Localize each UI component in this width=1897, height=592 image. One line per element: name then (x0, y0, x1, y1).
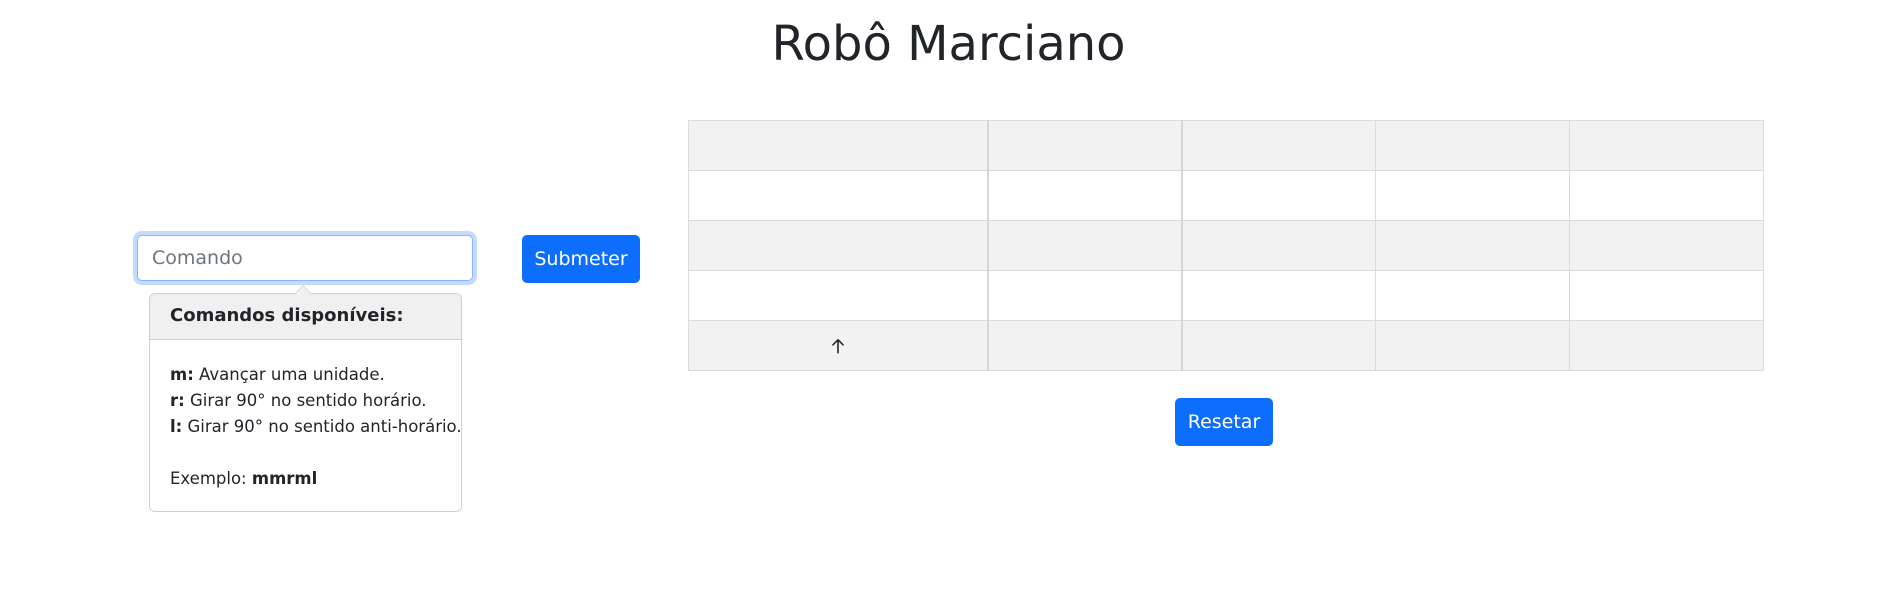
page: Robô Marciano Submeter Comandos disponív… (0, 0, 1897, 592)
grid-cell (688, 220, 989, 271)
grid-cell (1181, 170, 1376, 221)
grid-cell (987, 270, 1183, 321)
grid-row (688, 270, 1764, 321)
grid-cell (1375, 320, 1570, 371)
command-description: Girar 90° no sentido horário. (190, 391, 427, 410)
grid-cell (688, 120, 989, 171)
reset-button[interactable]: Resetar (1175, 398, 1273, 446)
command-example: Exemplo: mmrml (170, 466, 441, 492)
popover-arrow (294, 285, 312, 294)
command-key: l: (170, 417, 183, 436)
grid-cell (1181, 220, 1376, 271)
grid-cell (688, 320, 989, 371)
grid-cell (1569, 220, 1764, 271)
grid-row (688, 320, 1764, 371)
grid-cell (1375, 270, 1570, 321)
popover-body: m: Avançar uma unidade. r: Girar 90° no … (150, 340, 462, 492)
command-key: r: (170, 391, 185, 410)
command-help-l: l: Girar 90° no sentido anti-horário. (170, 414, 462, 440)
grid-cell (1569, 320, 1764, 371)
example-label: Exemplo: (170, 469, 247, 488)
grid-cell (1569, 170, 1764, 221)
mars-grid (688, 120, 1764, 371)
grid-row (688, 220, 1764, 271)
grid-cell (1375, 120, 1570, 171)
arrow-up-icon (831, 339, 844, 354)
grid-cell (1569, 270, 1764, 321)
submit-button[interactable]: Submeter (522, 235, 640, 283)
grid-cell (1181, 320, 1376, 371)
grid-cell (987, 120, 1183, 171)
grid-cell (1181, 120, 1376, 171)
page-title: Robô Marciano (771, 16, 1126, 72)
grid-row (688, 120, 1764, 171)
command-help-r: r: Girar 90° no sentido horário. (170, 388, 441, 414)
grid-row (688, 170, 1764, 221)
command-help-m: m: Avançar uma unidade. (170, 362, 441, 388)
grid-cell (1569, 120, 1764, 171)
grid-cell (987, 320, 1183, 371)
command-description: Avançar uma unidade. (199, 365, 385, 384)
grid-cell (688, 270, 989, 321)
grid-cell (987, 170, 1183, 221)
commands-popover: Comandos disponíveis: m: Avançar uma uni… (149, 285, 462, 512)
command-input[interactable] (137, 235, 473, 281)
command-description: Girar 90° no sentido anti-horário. (187, 417, 462, 436)
grid-cell (1375, 170, 1570, 221)
grid-cell (1375, 220, 1570, 271)
popover-header: Comandos disponíveis: (150, 294, 461, 340)
grid-cell (987, 220, 1183, 271)
example-value: mmrml (251, 469, 318, 488)
grid-cell (1181, 270, 1376, 321)
grid-cell (688, 170, 989, 221)
command-key: m: (170, 365, 194, 384)
